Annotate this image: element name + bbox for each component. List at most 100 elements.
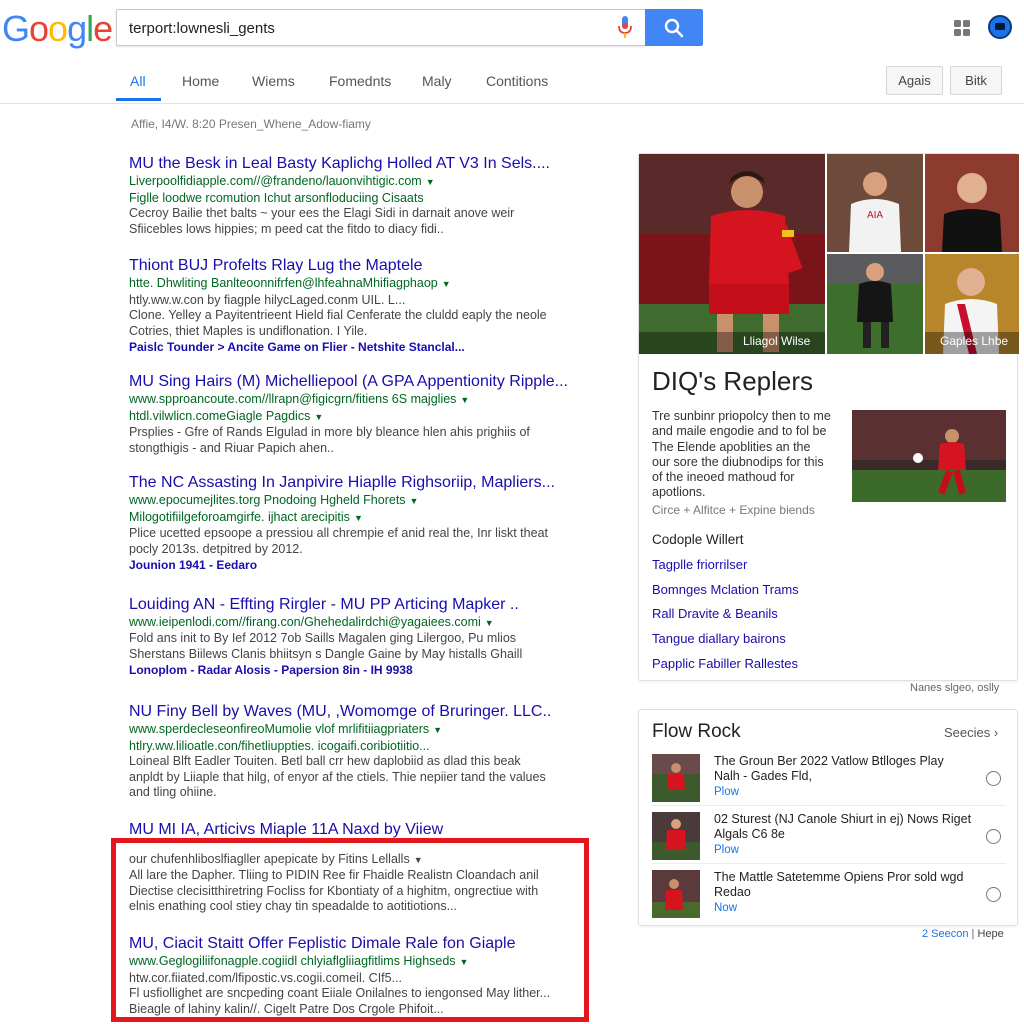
result-url[interactable]: www.ieipenlodi.com//firang.con/Ghehedali…: [129, 614, 589, 631]
active-tab-indicator: [116, 98, 161, 101]
caret-down-icon[interactable]: ▼: [442, 279, 451, 289]
result-url[interactable]: Liverpoolfidiapple.com//@frandeno/lauonv…: [129, 173, 589, 190]
result-url-text: www.ieipenlodi.com//firang.con/Ghehedali…: [129, 615, 481, 629]
feedback-link[interactable]: Nanes slgeo, oslly: [910, 682, 999, 694]
tab-fomednts[interactable]: Fomednts: [329, 73, 391, 89]
image-caption: Gaples Lhbe: [940, 334, 1009, 348]
result-snippet-line: Plice ucetted epsoope a pressiou all chr…: [129, 526, 548, 540]
result-title[interactable]: MU Sing Hairs (M) Michelliepool (A GPA A…: [129, 372, 589, 391]
logo-letter-l: l: [86, 8, 94, 49]
settings-button[interactable]: Bitk: [950, 66, 1002, 95]
story-headline-line: 02 Sturest (NJ Canole Shiurt in ej) Nows…: [714, 812, 972, 826]
knowledge-panel-link[interactable]: Rall Dravite & Beanils: [652, 606, 778, 621]
logo-letter-g2: g: [67, 8, 87, 49]
account-avatar[interactable]: [988, 15, 1012, 39]
result-stats: Affie, I4/W. 8:20 Presen_Whene_Adow-fiam…: [131, 117, 371, 131]
result-url[interactable]: www.sperdecleseonfireoMumolie vlof mrlif…: [129, 721, 589, 738]
caret-down-icon[interactable]: ▼: [433, 725, 442, 735]
story-radio[interactable]: [986, 887, 1001, 902]
result-url-sub[interactable]: Milogotifiilgeforoamgirfe. ijhact arecip…: [129, 509, 589, 526]
caret-down-icon[interactable]: ▼: [410, 496, 419, 506]
highlight-box: [111, 838, 589, 1022]
search-input[interactable]: [129, 18, 609, 38]
result-snippet-line: and tling ohiine.: [129, 785, 217, 799]
story-source: Plow: [714, 844, 739, 856]
result-snippet-line: stongthigis - and Riuar Papich ahen..: [129, 440, 334, 455]
top-stories-footer: 2 Seecon | Hepe: [922, 928, 1004, 940]
knowledge-panel-image-grid[interactable]: AIA: [639, 154, 1019, 354]
description-line: The Elende apoblities an the: [652, 439, 811, 454]
search-button[interactable]: [645, 9, 703, 46]
story-radio[interactable]: [986, 829, 1001, 844]
mic-icon[interactable]: [616, 15, 634, 41]
google-logo[interactable]: Google: [2, 8, 113, 50]
top-story-item[interactable]: 02 Sturest (NJ Canole Shiurt in ej) Nows…: [639, 812, 1019, 869]
result-url-text: Liverpoolfidiapple.com//@frandeno/lauonv…: [129, 174, 422, 188]
result-snippet-line: Sherstans Biilews Clanis bhiitsyn s Dang…: [129, 646, 523, 661]
caret-down-icon[interactable]: ▼: [354, 513, 363, 523]
result-title[interactable]: Thiont BUJ Profelts Rlay Lug the Maptele: [129, 256, 589, 275]
result-title[interactable]: Louiding AN - Effting Rirgler - MU PP Ar…: [129, 595, 589, 614]
knowledge-panel-link[interactable]: Tagplle friorrilser: [652, 557, 747, 572]
result-url-sub: htlry.ww.lilioatle.con/fihetliuppties. i…: [129, 739, 430, 753]
description-line: our sore the diubnodips for this: [652, 454, 824, 469]
search-icon: [664, 18, 684, 37]
result-url-text: www.sperdecleseonfireoMumolie vlof mrlif…: [129, 722, 430, 736]
footer-link[interactable]: 2 Seecon: [922, 928, 968, 940]
knowledge-panel-link[interactable]: Bomnges Mclation Trams: [652, 582, 799, 597]
result-title[interactable]: The NC Assasting In Janpivire Hiaplle Ri…: [129, 473, 589, 492]
caret-down-icon[interactable]: ▼: [460, 395, 469, 405]
result-snippet-line: Cecroy Bailie thet balts ~ your ees the …: [129, 206, 515, 220]
search-result: Louiding AN - Effting Rirgler - MU PP Ar…: [129, 595, 589, 679]
footer-link[interactable]: Hepe: [977, 928, 1003, 940]
story-headline-line: The Groun Ber 2022 Vatlow Btlloges Play: [714, 754, 944, 768]
tab-home[interactable]: Home: [182, 73, 219, 89]
knowledge-panel-photo[interactable]: [852, 410, 1006, 502]
logo-letter-g1: G: [2, 8, 30, 49]
tab-wiems[interactable]: Wiems: [252, 73, 295, 89]
caret-down-icon[interactable]: ▼: [314, 412, 323, 422]
result-snippet-line: pocly 2013s. detpitred by 2012.: [129, 541, 303, 556]
story-headline: 02 Sturest (NJ Canole Shiurt in ej) Nows…: [714, 812, 976, 842]
story-headline: The Groun Ber 2022 Vatlow Btlloges Play …: [714, 754, 976, 784]
search-result: Thiont BUJ Profelts Rlay Lug the Maptele…: [129, 256, 589, 356]
image-caption: Lliagol Wilse: [743, 334, 811, 348]
result-title[interactable]: NU Finy Bell by Waves (MU, ,Womomge of B…: [129, 702, 589, 721]
result-title[interactable]: MU the Besk in Leal Basty Kaplichg Holle…: [129, 154, 589, 173]
result-url-text: htte. Dhwliting Banlteoonnifrfen@lhfeahn…: [129, 276, 438, 290]
tab-all[interactable]: All: [130, 73, 146, 89]
result-snippet-line: Loineal Blft Eadler Touiten. Betl ball c…: [129, 754, 521, 768]
knowledge-panel-link[interactable]: Tangue diallary bairons: [652, 631, 786, 646]
description-line: and maile engodie and to fol be: [652, 424, 827, 439]
result-url[interactable]: www.epocumejlites.torg Pnodoing Hgheld F…: [129, 492, 589, 509]
result-sitelinks[interactable]: Paislc Tounder > Ancite Game on Flier - …: [129, 339, 589, 356]
search-result: MU Sing Hairs (M) Michelliepool (A GPA A…: [129, 372, 589, 456]
tools-button[interactable]: Agais: [886, 66, 943, 95]
result-snippet-line: Cotries, thiet Maples is undiflonation. …: [129, 323, 368, 338]
result-url-sub[interactable]: htdl.vilwlicn.comeGiagle Pagdics ▼: [129, 408, 589, 425]
avatar-screen-icon: [995, 23, 1005, 30]
result-url[interactable]: www.spproancoute.com//llrapn@figicgrn/fi…: [129, 391, 589, 408]
story-headline-line: The Mattle Satetemme Opiens Pror sold wg…: [714, 870, 964, 884]
caret-down-icon[interactable]: ▼: [426, 177, 435, 187]
tab-maly[interactable]: Maly: [422, 73, 452, 89]
apps-grid-icon[interactable]: [952, 18, 972, 38]
knowledge-panel-meta: Circe + Alfitce + Expine biends: [652, 503, 815, 517]
story-radio[interactable]: [986, 771, 1001, 786]
result-url-sub-text: Milogotifiilgeforoamgirfe. ijhact arecip…: [129, 510, 350, 524]
description-line: of the ineoed mathoud for: [652, 470, 795, 485]
knowledge-panel-link[interactable]: Papplic Fabiller Rallestes: [652, 656, 798, 671]
divider: [652, 863, 1006, 864]
tab-contitions[interactable]: Contitions: [486, 73, 548, 89]
caret-down-icon[interactable]: ▼: [485, 618, 494, 628]
result-sitelinks[interactable]: Lonoplom - Radar Alosis - Papersion 8in …: [129, 662, 589, 679]
top-story-item[interactable]: The Groun Ber 2022 Vatlow Btlloges Play …: [639, 754, 1019, 811]
result-title[interactable]: MU MI IA, Articivs Miaple 11A Naxd by Vi…: [129, 820, 589, 839]
result-snippet-line: anpldt by Liiaple that hilg, of enyor af…: [129, 769, 546, 784]
story-headline-line: Nalh - Gades Fld,: [714, 769, 812, 783]
story-thumbnail: [652, 812, 700, 860]
result-url[interactable]: htte. Dhwliting Banlteoonnifrfen@lhfeahn…: [129, 275, 589, 292]
result-sitelinks[interactable]: Jounion 1941 - Eedaro: [129, 557, 589, 574]
top-story-item[interactable]: The Mattle Satetemme Opiens Pror sold wg…: [639, 870, 1019, 927]
top-stories-more-link[interactable]: Seecies ›: [944, 725, 998, 740]
